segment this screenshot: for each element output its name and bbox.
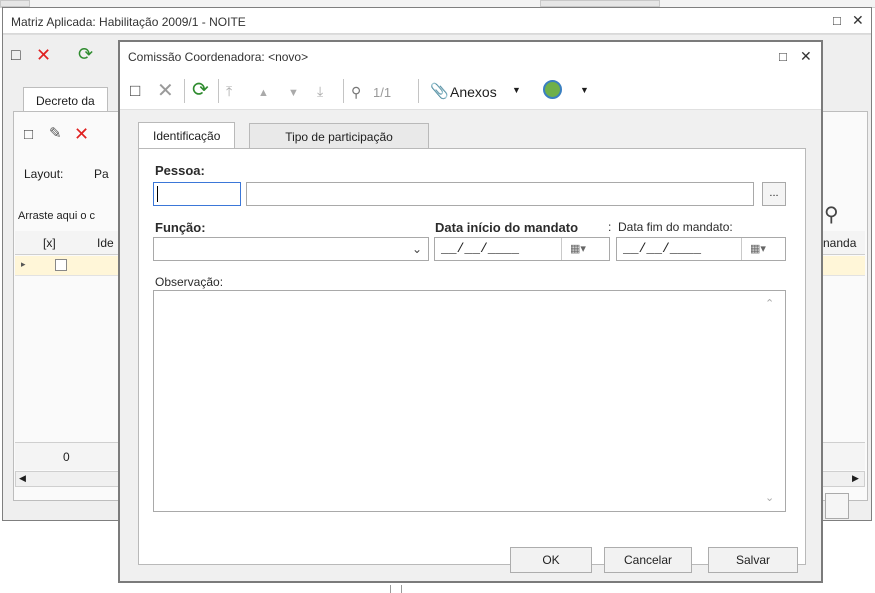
maximize-icon[interactable]: □ (779, 49, 787, 64)
observacao-label: Observação: (155, 275, 224, 289)
close-icon[interactable]: ✕ (852, 12, 864, 29)
tab-tipo-participacao[interactable]: Tipo de participação (249, 123, 429, 149)
field-divider (561, 238, 562, 260)
identificacao-panel: Pessoa: ... Função: ⌄ Data início do man… (138, 148, 806, 565)
column-header-x[interactable]: [x] (43, 236, 56, 250)
tab-label: Tipo de participação (285, 130, 393, 144)
tab-label: Decreto da (36, 94, 95, 108)
first-icon[interactable]: ⤒ (226, 82, 232, 100)
refresh-icon[interactable]: ⟳ (78, 45, 93, 63)
close-icon[interactable]: ✕ (800, 48, 812, 65)
pessoa-name-input[interactable] (246, 182, 754, 206)
outer-window-title: Matriz Aplicada: Habilitação 2009/1 - NO… (11, 15, 246, 29)
scroll-right-icon[interactable]: ▶ (852, 473, 859, 484)
next-icon[interactable]: ▼ (288, 84, 299, 102)
scroll-up-icon[interactable]: ⌃ (765, 297, 774, 310)
outer-window-titlebar: Matriz Aplicada: Habilitação 2009/1 - NO… (3, 8, 871, 34)
layout-value[interactable]: Pa (94, 167, 109, 181)
search-icon[interactable]: ⚲ (824, 202, 839, 227)
attachment-icon[interactable]: 📎 (430, 83, 449, 101)
background-chip (540, 0, 660, 7)
anexos-button[interactable]: Anexos (450, 84, 497, 100)
dialog-titlebar: Comissão Coordenadora: <novo> □ ✕ (120, 42, 821, 72)
row-checkbox[interactable] (55, 259, 67, 271)
toolbar-separator (184, 79, 185, 103)
globe-icon[interactable] (543, 80, 562, 99)
new-icon[interactable]: □ (24, 126, 33, 144)
record-counter: 1/1 (373, 85, 392, 100)
chevron-down-icon[interactable]: ⌄ (412, 242, 422, 256)
cancel-button[interactable]: Cancelar (604, 547, 692, 573)
footer-count: 0 (63, 450, 70, 464)
ok-button[interactable]: OK (510, 547, 592, 573)
lookup-button-label: ... (769, 187, 779, 199)
tab-decreto[interactable]: Decreto da (23, 87, 108, 113)
new-icon[interactable]: □ (130, 82, 140, 100)
delete-icon[interactable]: ✕ (36, 46, 51, 64)
tab-label: Identificação (153, 129, 221, 143)
chevron-down-icon[interactable]: ▼ (580, 85, 589, 95)
delete-icon[interactable]: ✕ (157, 81, 174, 101)
funcao-select[interactable]: ⌄ (153, 237, 429, 261)
edit-icon[interactable]: ✎ (49, 125, 62, 143)
delete-icon[interactable]: ✕ (74, 125, 89, 143)
chevron-down-icon[interactable]: ▼ (512, 85, 521, 95)
pessoa-code-input[interactable] (153, 182, 241, 206)
scroll-down-icon[interactable]: ⌄ (765, 491, 774, 504)
scroll-left-icon[interactable]: ◀ (19, 473, 26, 484)
observacao-textarea[interactable]: ⌃ ⌄ (153, 290, 786, 512)
search-icon[interactable]: ⚲ (351, 83, 361, 101)
dialog-toolbar: □ ✕ ⟳ ⤒ ▲ ▼ ⤓ ⚲ 1/1 📎 Anexos ▼ ▼ (120, 72, 821, 110)
maximize-icon[interactable]: □ (833, 13, 841, 28)
text-cursor (157, 186, 158, 202)
data-fim-input[interactable]: __/__/____ ▦▾ (616, 237, 786, 261)
toolbar-separator (218, 79, 219, 103)
pessoa-label: Pessoa: (155, 163, 205, 178)
toolbar-separator (418, 79, 419, 103)
column-header-ident[interactable]: Ide (97, 236, 114, 250)
data-inicio-colon: : (608, 220, 612, 234)
data-fim-value: __/__/____ (623, 241, 702, 256)
save-button[interactable]: Salvar (708, 547, 798, 573)
refresh-icon[interactable]: ⟳ (192, 80, 209, 100)
field-divider (741, 238, 742, 260)
calendar-icon[interactable]: ▦▾ (570, 242, 586, 255)
background-chip (0, 0, 30, 7)
group-drag-hint: Arraste aqui o c (18, 210, 96, 222)
new-icon[interactable]: □ (11, 47, 21, 65)
row-indicator-icon: ▸ (21, 259, 26, 269)
toolbar-separator (343, 79, 344, 103)
data-inicio-label: Data início do mandato (435, 220, 579, 235)
last-icon[interactable]: ⤓ (317, 82, 323, 100)
funcao-label: Função: (155, 220, 206, 235)
data-inicio-input[interactable]: __/__/____ ▦▾ (434, 237, 610, 261)
prev-icon[interactable]: ▲ (258, 84, 269, 102)
outer-action-button[interactable] (825, 493, 849, 519)
layout-label: Layout: (24, 167, 64, 181)
calendar-icon[interactable]: ▦▾ (750, 242, 766, 255)
tab-identificacao[interactable]: Identificação (138, 122, 236, 149)
column-header-right[interactable]: nanda (823, 236, 856, 250)
dialog-title: Comissão Coordenadora: <novo> (128, 50, 309, 64)
dialog-comissao: Comissão Coordenadora: <novo> □ ✕ □ ✕ ⟳ … (118, 40, 823, 583)
pessoa-lookup-button[interactable]: ... (762, 182, 786, 206)
data-fim-label: Data fim do mandato: (618, 220, 733, 234)
resize-grip[interactable] (390, 585, 402, 593)
data-inicio-value: __/__/____ (441, 241, 520, 256)
